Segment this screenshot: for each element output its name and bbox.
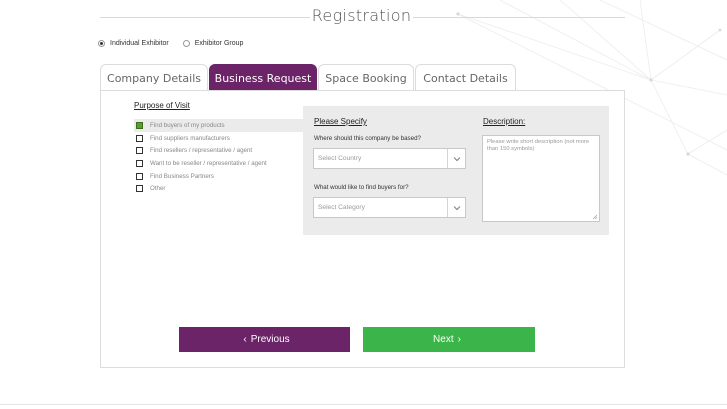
chevron-right-icon: › xyxy=(457,334,461,345)
tab-company-details[interactable]: Company Details xyxy=(100,64,208,91)
tab-space-booking[interactable]: Space Booking xyxy=(318,64,414,91)
category-question-label: What would like to find buyers for? xyxy=(314,184,409,191)
please-specify-heading: Please Specify xyxy=(314,117,367,126)
title-divider-left xyxy=(100,17,310,18)
description-heading: Description: xyxy=(483,117,526,126)
purpose-label: Find resellers / representative / agent xyxy=(150,147,253,155)
checkbox-find-suppliers[interactable] xyxy=(136,134,143,142)
purpose-of-visit-list: Find buyers of my products Find supplier… xyxy=(134,119,309,195)
previous-button[interactable]: ‹ Previous xyxy=(179,327,350,352)
purpose-label: Want to be reseller / representative / a… xyxy=(150,159,267,167)
tab-contact-details[interactable]: Contact Details xyxy=(415,64,516,91)
resize-handle-icon[interactable] xyxy=(592,214,598,220)
purpose-label: Other xyxy=(150,185,166,193)
country-select-value: Select Country xyxy=(318,155,362,162)
page-header: Registration xyxy=(100,6,625,30)
tab-business-request[interactable]: Business Request xyxy=(209,64,317,91)
radio-exhibitor-group[interactable] xyxy=(182,40,190,47)
description-placeholder: Please write short description (not more… xyxy=(487,139,590,153)
description-textarea[interactable]: Please write short description (not more… xyxy=(482,135,600,222)
exhibitor-type-group: Individual Exhibitor Exhibitor Group xyxy=(98,40,257,47)
chevron-left-icon: ‹ xyxy=(243,334,247,345)
purpose-item-find-suppliers[interactable]: Find suppliers manufacturers xyxy=(134,132,309,145)
chevron-down-icon[interactable] xyxy=(447,198,465,217)
next-button-label: Next xyxy=(433,334,454,345)
radio-individual-exhibitor[interactable] xyxy=(98,40,105,47)
checkbox-business-partners[interactable] xyxy=(136,172,143,180)
purpose-item-other[interactable]: Other xyxy=(134,182,309,195)
radio-option-exhibitor-group[interactable]: Exhibitor Group xyxy=(182,40,244,47)
checkbox-find-resellers[interactable] xyxy=(136,147,143,155)
title-divider-right xyxy=(413,17,625,18)
checkbox-find-buyers[interactable] xyxy=(136,121,143,129)
chevron-down-icon[interactable] xyxy=(447,149,465,168)
radio-option-individual-exhibitor[interactable]: Individual Exhibitor xyxy=(98,40,169,47)
checkbox-be-reseller[interactable] xyxy=(136,159,143,167)
previous-button-label: Previous xyxy=(250,334,290,345)
purpose-of-visit-heading: Purpose of Visit xyxy=(134,101,190,110)
purpose-item-business-partners[interactable]: Find Business Partners xyxy=(134,170,309,183)
checkbox-other[interactable] xyxy=(136,185,143,193)
category-select[interactable]: Select Category xyxy=(313,197,466,218)
purpose-item-be-reseller[interactable]: Want to be reseller / representative / a… xyxy=(134,157,309,170)
registration-tabs: Company Details Business Request Space B… xyxy=(100,64,517,91)
purpose-label: Find buyers of my products xyxy=(150,121,225,129)
purpose-item-find-resellers[interactable]: Find resellers / representative / agent xyxy=(134,144,309,157)
category-select-value: Select Category xyxy=(318,204,365,211)
footer-divider xyxy=(0,404,727,405)
radio-label-individual-exhibitor: Individual Exhibitor xyxy=(110,40,169,47)
page-title: Registration xyxy=(311,6,412,25)
purpose-label: Find Business Partners xyxy=(150,172,214,180)
country-question-label: Where should this company be based? xyxy=(314,135,421,142)
country-select[interactable]: Select Country xyxy=(313,148,466,169)
purpose-label: Find suppliers manufacturers xyxy=(150,134,230,142)
next-button[interactable]: Next › xyxy=(363,327,535,352)
purpose-item-find-buyers[interactable]: Find buyers of my products xyxy=(134,119,309,132)
radio-label-exhibitor-group: Exhibitor Group xyxy=(194,40,244,47)
